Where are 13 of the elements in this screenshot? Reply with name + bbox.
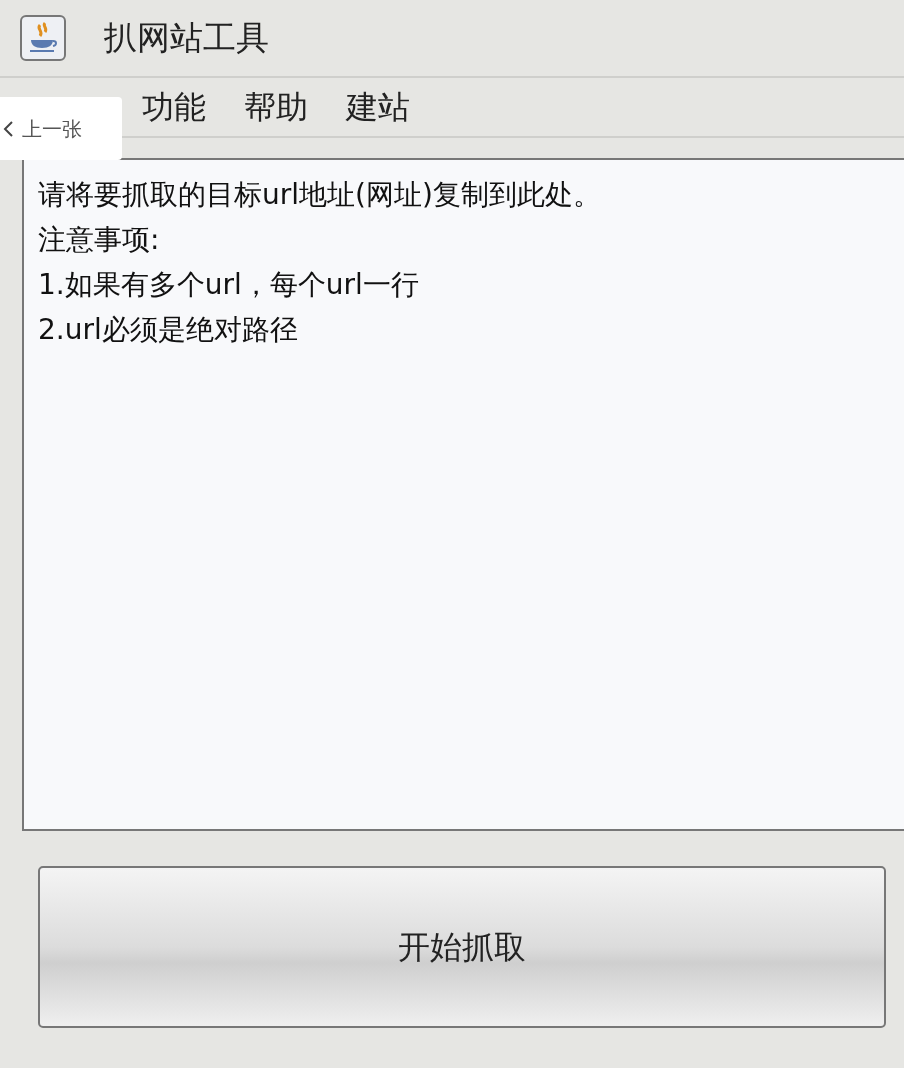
- input-field[interactable]: 请将要抓取的目标url地址(网址)复制到此处。 注意事项: 1.如果有多个url，每个url一行 2.url必须是绝对路径: [22, 158, 904, 831]
- text-line: 请将要抓取的目标url地址(网址)复制到此处。: [38, 177, 601, 213]
- menu-item[interactable]: 建站: [346, 83, 410, 131]
- chevron-left-icon: [2, 119, 14, 138]
- text-line: 1.如果有多个url，每个url一行: [38, 267, 419, 303]
- text-line: 2.url必须是绝对路径: [38, 312, 298, 348]
- window-title: 扒网站工具: [104, 17, 269, 60]
- menu-item[interactable]: 功能: [142, 83, 206, 131]
- java-cup-icon: [20, 15, 66, 61]
- previous-button[interactable]: 上一张: [0, 97, 122, 160]
- menu-item[interactable]: 帮助: [244, 83, 308, 131]
- start-button[interactable]: 开始抓取: [38, 866, 886, 1028]
- text-line: 注意事项:: [38, 222, 160, 258]
